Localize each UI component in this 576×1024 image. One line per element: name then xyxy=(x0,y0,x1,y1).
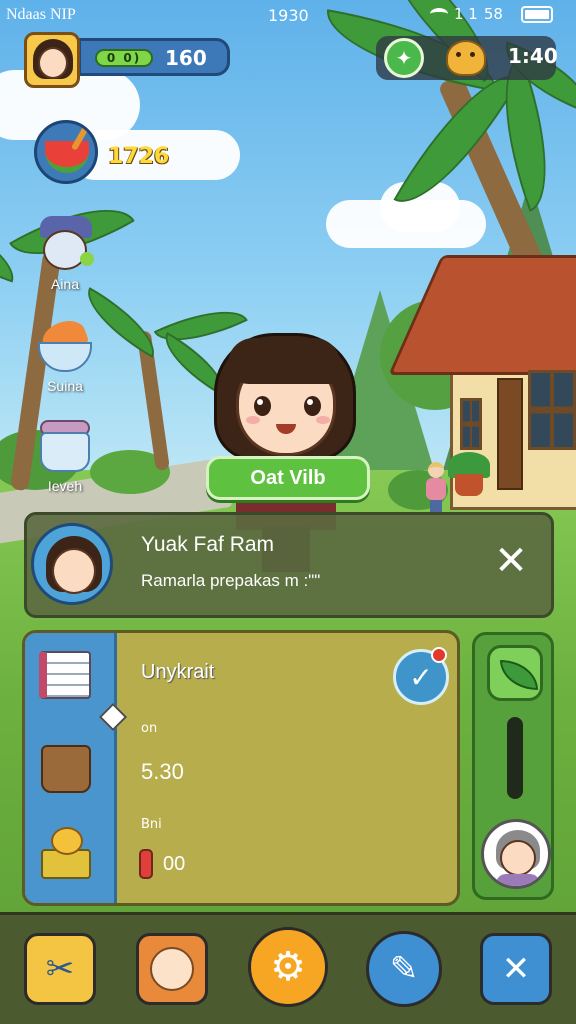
settings-button[interactable]: ⚙ xyxy=(248,927,328,1007)
pet-icon[interactable] xyxy=(446,40,486,76)
sidebar-item-ieveh[interactable]: Ieveh xyxy=(30,418,100,494)
jar-icon xyxy=(34,418,96,474)
notebook-icon xyxy=(39,651,91,699)
watermelon-icon[interactable] xyxy=(34,120,98,184)
house-window xyxy=(460,398,482,450)
gem-icon: ✦ xyxy=(395,46,413,70)
sidebar-item-suina[interactable]: Suina xyxy=(30,315,100,394)
item-panel: Unykrait on 5.30 Bni 00 ✓ xyxy=(22,630,460,906)
player-eye xyxy=(304,396,321,416)
panel-value-1: 5.30 xyxy=(141,759,184,784)
notification-banner[interactable]: Yuak Faf Ram Ramarla prepakas m :"" ✕ xyxy=(24,512,554,618)
panel-label-2: Bni xyxy=(141,817,162,832)
bottom-toolbar: ✂ ⚙ ✎ ✕ xyxy=(0,912,576,1024)
bag-icon xyxy=(41,745,91,793)
player-blush xyxy=(246,416,260,424)
wrench-icon: ✎ xyxy=(389,949,419,989)
player-blush xyxy=(316,416,330,424)
close-icon: ✕ xyxy=(494,538,528,584)
status-right: 1 1 58 xyxy=(430,5,553,23)
notification-title: Yuak Faf Ram xyxy=(141,533,275,556)
chef-icon xyxy=(150,947,194,991)
sidebar-item-label: Aina xyxy=(50,276,80,292)
wifi-icon xyxy=(430,8,448,20)
notification-body: Ramarla prepakas m :"" xyxy=(141,571,321,590)
carrier-label: Ndaas NIP xyxy=(6,6,76,23)
checkmark-icon: ✓ xyxy=(409,660,433,694)
energy-bar[interactable]: 0 0) 160 xyxy=(78,38,230,76)
sidebar-item-label: Ieveh xyxy=(47,478,83,494)
tab-notebook[interactable] xyxy=(37,647,95,711)
panel-tab-bar xyxy=(25,633,117,903)
notification-avatar xyxy=(31,523,113,605)
player-avatar-button[interactable] xyxy=(24,32,80,88)
house-door xyxy=(497,378,523,490)
house-window xyxy=(528,370,576,450)
potion-icon xyxy=(139,849,153,879)
status-time: 1930 xyxy=(268,6,309,25)
rail-slider[interactable] xyxy=(507,717,523,799)
player-bangs xyxy=(228,338,340,384)
player-eye xyxy=(254,396,271,416)
energy-value: 160 xyxy=(165,46,207,70)
signal-label: 1 1 xyxy=(454,5,478,23)
panel-value-2: 00 xyxy=(163,853,186,875)
avatar-face xyxy=(38,47,68,79)
close-notification-button[interactable]: ✕ xyxy=(489,539,533,583)
settings-gear-icon: ⚙ xyxy=(270,944,306,990)
battery-percent: 58 xyxy=(483,5,503,23)
companion-avatar-button[interactable] xyxy=(481,819,551,889)
tools-icon: ✂ xyxy=(45,949,75,989)
leaf-button[interactable] xyxy=(487,645,543,701)
villager-npc[interactable] xyxy=(424,462,448,514)
battery-icon xyxy=(520,5,553,23)
plant-pot xyxy=(455,474,483,496)
tools-button[interactable]: ✂ xyxy=(24,933,96,1005)
food-bowl-icon xyxy=(34,315,96,374)
right-rail xyxy=(472,632,554,900)
action-button[interactable]: Oat Vilb xyxy=(206,456,370,500)
panel-label-1: on xyxy=(141,721,158,736)
status-bar: Ndaas NIP 1930 1 1 58 xyxy=(0,0,576,30)
gold-counter: 1726 xyxy=(108,144,170,169)
close-icon: ✕ xyxy=(501,949,531,989)
tab-bag[interactable] xyxy=(37,737,95,801)
event-timer: 1:40 xyxy=(508,44,558,68)
notification-dot xyxy=(431,647,447,663)
chef-button[interactable] xyxy=(136,933,208,1005)
sidebar-item-aina[interactable]: Aina xyxy=(30,216,100,292)
wrench-button[interactable]: ✎ xyxy=(366,931,442,1007)
gem-button[interactable]: ✦ xyxy=(384,38,424,78)
villager-portrait-icon xyxy=(34,216,96,272)
close-button[interactable]: ✕ xyxy=(480,933,552,1005)
panel-title: Unykrait xyxy=(141,661,215,683)
sidebar-item-label: Suina xyxy=(47,378,83,394)
tab-chick-crate[interactable] xyxy=(37,823,95,887)
energy-bar-fill: 0 0) xyxy=(95,49,153,67)
